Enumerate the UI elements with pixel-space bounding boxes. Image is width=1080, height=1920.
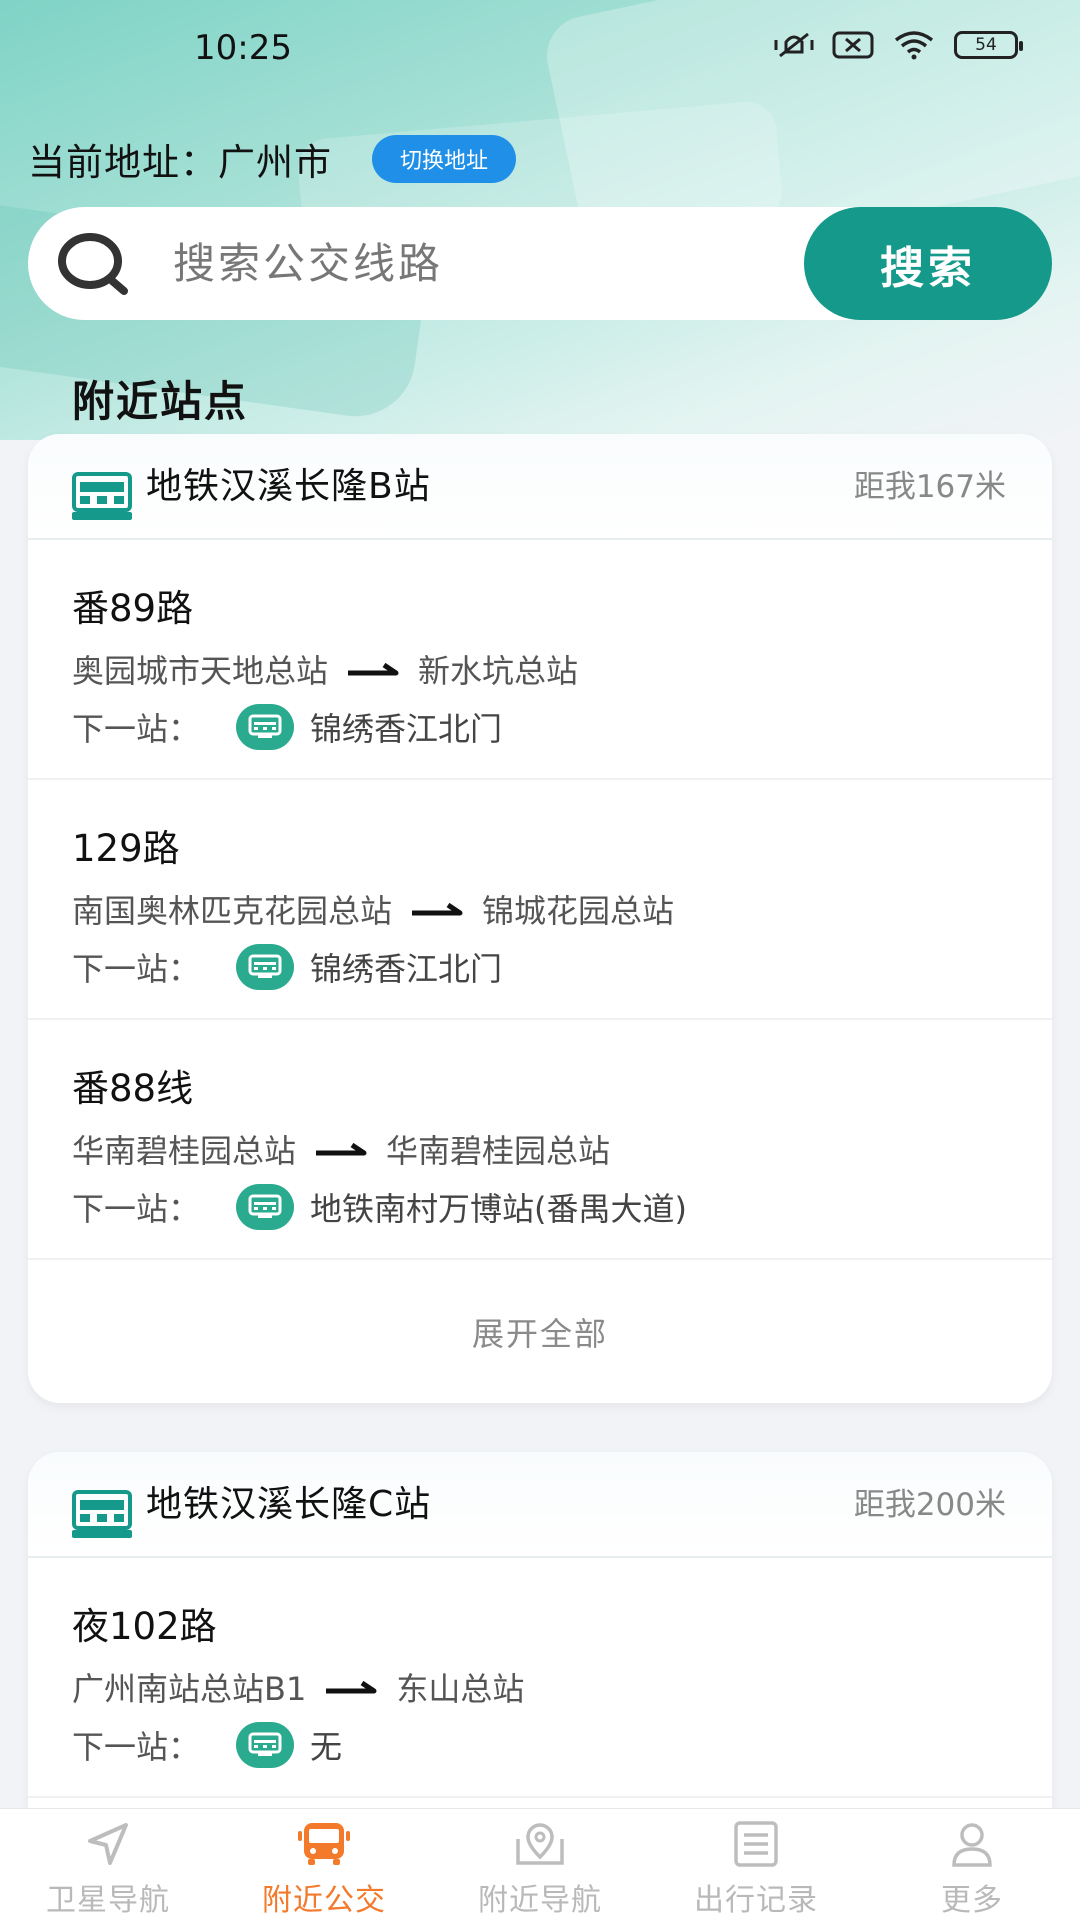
route-origin: 华南碧桂园总站 [72, 1132, 297, 1170]
next-stop-name: 地铁南村万博站(番禺大道) [310, 1190, 687, 1228]
route-item[interactable]: 番88线 华南碧桂园总站 华南碧桂园总站 下一站： 地铁南村万博站(番禺大道) [28, 1020, 1052, 1260]
station-name: 地铁汉溪长隆C站 [146, 1484, 432, 1525]
next-stop-label: 下一站： [72, 1728, 201, 1766]
route-name: 129路 [72, 827, 180, 870]
bus-stop-sign-icon [236, 944, 294, 990]
route-name: 番88线 [72, 1067, 194, 1110]
route-direction: 广州南站总站B1 东山总站 [72, 1664, 524, 1710]
tab-more[interactable]: 更多 [864, 1809, 1080, 1920]
next-stop-label: 下一站： [72, 1190, 201, 1228]
arrow-right-icon [324, 1677, 378, 1697]
bus-stop-icon [72, 472, 132, 520]
route-origin: 奥园城市天地总站 [72, 652, 329, 690]
next-stop-label: 下一站： [72, 950, 201, 988]
tab-label: 附近导航 [478, 1883, 602, 1918]
bus-stop-sign-icon [236, 1722, 294, 1768]
map-pin-icon [516, 1823, 564, 1865]
navigation-arrow-icon [88, 1823, 128, 1865]
status-bar: 10:25 54 [0, 0, 1080, 100]
tab-nearby-navigation[interactable]: 附近导航 [432, 1809, 648, 1920]
route-item[interactable]: 129路 南国奥林匹克花园总站 锦城花园总站 下一站： 锦绣香江北门 [28, 780, 1052, 1020]
current-address: 当前地址：广州市 [28, 141, 332, 184]
tab-nearby-bus[interactable]: 附近公交 [216, 1809, 432, 1920]
route-direction: 华南碧桂园总站 华南碧桂园总站 [72, 1126, 610, 1172]
route-direction: 奥园城市天地总站 新水坑总站 [72, 646, 578, 692]
tab-satellite-navigation[interactable]: 卫星导航 [0, 1809, 216, 1920]
route-destination: 新水坑总站 [418, 652, 579, 690]
tab-label: 更多 [941, 1883, 1003, 1918]
arrow-right-icon [410, 899, 464, 919]
next-stop-name: 锦绣香江北门 [310, 950, 503, 988]
next-stop-name: 锦绣香江北门 [310, 710, 503, 748]
route-item[interactable]: 夜102路 广州南站总站B1 东山总站 下一站： 无 [28, 1558, 1052, 1798]
next-stop-label: 下一站： [72, 710, 201, 748]
route-item[interactable]: 番89路 奥园城市天地总站 新水坑总站 下一站： 锦绣香江北门 [28, 540, 1052, 780]
bus-stop-sign-icon [236, 704, 294, 750]
switch-address-button[interactable]: 切换地址 [372, 135, 517, 183]
route-name: 番89路 [72, 587, 194, 630]
mute-vibrate-icon [774, 32, 814, 58]
search-icon [58, 233, 128, 295]
station-card[interactable]: 地铁汉溪长隆B站 距我167米 番89路 奥园城市天地总站 新水坑总站 下一站：… [28, 434, 1052, 1403]
section-title: 附近站点 [72, 377, 249, 426]
route-origin: 南国奥林匹克花园总站 [72, 892, 393, 930]
status-time: 10:25 [194, 28, 292, 68]
tab-travel-records[interactable]: 出行记录 [648, 1809, 864, 1920]
route-destination: 锦城花园总站 [482, 892, 675, 930]
expand-all-button[interactable]: 展开全部 [28, 1260, 1052, 1403]
search-bar: 搜索公交线路 搜索 [28, 207, 1052, 320]
route-name: 夜102路 [72, 1605, 217, 1648]
route-direction: 南国奥林匹克花园总站 锦城花园总站 [72, 886, 674, 932]
route-destination: 东山总站 [396, 1670, 525, 1708]
tab-label: 卫星导航 [46, 1883, 170, 1918]
list-icon [734, 1821, 778, 1867]
route-origin: 广州南站总站B1 [72, 1670, 307, 1708]
station-header[interactable]: 地铁汉溪长隆C站 距我200米 [28, 1452, 1052, 1558]
wifi-icon [894, 31, 934, 60]
bus-stop-icon [72, 1490, 132, 1538]
station-name: 地铁汉溪长隆B站 [146, 466, 431, 507]
search-input[interactable]: 搜索公交线路 [173, 207, 443, 320]
bus-icon [298, 1823, 350, 1865]
tab-label: 附近公交 [262, 1883, 386, 1918]
station-distance: 距我167米 [853, 469, 1006, 505]
no-sim-icon [832, 31, 874, 59]
next-stop-name: 无 [310, 1728, 343, 1766]
bottom-tab-bar: 卫星导航 附近公交 附近导航 出行记录 更多 [0, 1808, 1080, 1920]
station-header[interactable]: 地铁汉溪长隆B站 距我167米 [28, 434, 1052, 540]
station-distance: 距我200米 [853, 1487, 1006, 1523]
route-destination: 华南碧桂园总站 [386, 1132, 611, 1170]
search-button[interactable]: 搜索 [804, 207, 1052, 320]
arrow-right-icon [314, 1139, 368, 1159]
arrow-right-icon [346, 659, 400, 679]
user-icon [952, 1823, 992, 1867]
battery-indicator: 54 [954, 31, 1023, 59]
bus-stop-sign-icon [236, 1184, 294, 1230]
tab-label: 出行记录 [694, 1883, 818, 1918]
